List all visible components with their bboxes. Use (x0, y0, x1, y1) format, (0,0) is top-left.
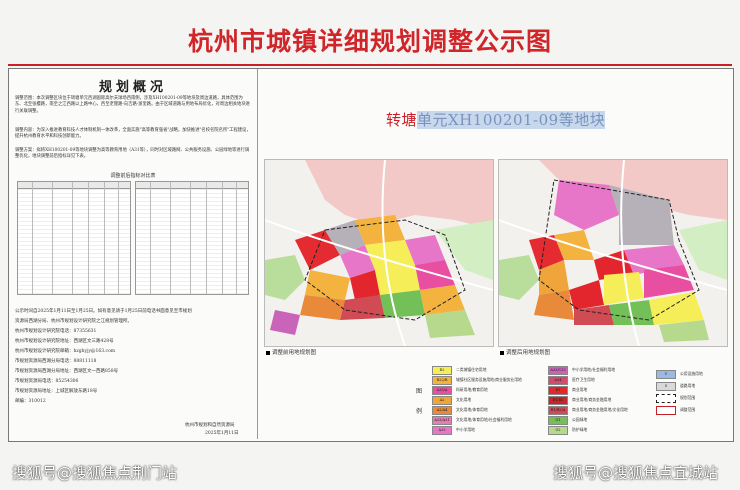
legend-label: 城镇社区服务设施用地/商业服务业用地 (456, 377, 522, 382)
legend-swatch: A33/C33 (548, 365, 568, 375)
legend-item: G1 公园绿地 (548, 415, 588, 425)
map-after-label: 调整后用地规划图 (500, 348, 550, 356)
map-after (498, 159, 728, 347)
legend-swatch: A34 (548, 375, 568, 385)
notice-line: 资源局西湖分局、杭州市规划设计研究院之江规划管理所。 (15, 319, 132, 324)
legend-item: A33 中小学用地 (432, 425, 475, 435)
legend-heading-2: 例 (416, 408, 423, 415)
legend-item: G2 防护绿地 (548, 425, 588, 435)
legend-swatch: B1/B2/A (548, 405, 568, 415)
legend-item: A2 文化用地 (432, 395, 472, 405)
legend-swatch: A33/A (432, 385, 452, 395)
legend-swatch: U (656, 369, 676, 379)
overview-heading: 规划概况 (98, 80, 167, 95)
date: 2025年1月11日 (205, 431, 239, 436)
legend-item: U 公用设施用地 (656, 369, 703, 379)
legend-swatch: G1 (548, 415, 568, 425)
legend-label: 调整范围 (680, 407, 696, 412)
legend-swatch: A33/A31 (432, 415, 452, 425)
legend-label: 二类城镇住宅用地 (456, 367, 487, 372)
legend-label: 商业用地/商务金融用地/文化用地 (572, 407, 628, 412)
notice-line: 市规划资源局电话：85254306 (15, 379, 79, 384)
map-subtitle: 转塘单元XH100201-09等地块 (386, 109, 606, 130)
legend-label: 科研用地/教育用地 (456, 387, 488, 392)
legend-item: 规划范围 (656, 393, 696, 403)
watermark-right: 搜狐号@搜狐焦点宜城站 (553, 464, 719, 482)
legend-swatch: R2 (432, 365, 452, 375)
legend-swatch: A2/A4 (432, 405, 452, 415)
subtitle-prefix: 转塘 (386, 111, 418, 129)
notice-line: 杭州市规划设计研究院邮箱：hzghyjy@163.com (15, 349, 116, 354)
legend-swatch: A2 (432, 395, 452, 405)
before-label-text: 调整前用地规划图 (272, 350, 317, 356)
legend-swatch: B1 (548, 385, 568, 395)
legend-item: A34 医疗卫生用地 (548, 375, 595, 385)
legend-item: R22/B 城镇社区服务设施用地/商业服务业用地 (432, 375, 522, 385)
legend-label: 文化用地 (456, 397, 472, 402)
legend-item: B1/B2/A 商业用地/商务金融用地/文化用地 (548, 405, 628, 415)
legend-item: B1/B2 商业用地/商务金融用地 (548, 395, 612, 405)
signature: 杭州市规划和自然资源局 (185, 423, 235, 428)
overview-plan: 调整方案：拟将XH100201-09等地块调整为高等教育用地（A31等），同时对… (15, 148, 250, 160)
legend-item: 调整范围 (656, 405, 696, 415)
legend-swatch: B1/B2 (548, 395, 568, 405)
legend-label: 医疗卫生用地 (572, 377, 595, 382)
legend-swatch: G2 (548, 425, 568, 435)
legend-label: 道路用地 (680, 383, 696, 388)
title-divider (8, 64, 732, 66)
legend-item: A2/A4 文化用地/体育用地 (432, 405, 488, 415)
legend-heading: 图例 (416, 382, 422, 422)
legend-heading-1: 图 (416, 388, 423, 395)
legend-label: 文化用地/体育用地 (456, 407, 488, 412)
watermark-left: 搜狐号@搜狐焦点荆门站 (12, 464, 178, 482)
legend-swatch (656, 405, 676, 415)
overview-content: 调整内容：为深入推进教育科技人才体制机制一体改革，全面实施"高等教育强省"战略，… (15, 128, 251, 140)
legend-label: 文化用地/体育用地/社会福利用地 (456, 417, 512, 422)
after-label-text: 调整后用地规划图 (506, 350, 551, 356)
notice-line: 市规划资源局地址：上城区解放东路18号 (15, 389, 98, 394)
legend-item: A33/A31 文化用地/体育用地/社会福利用地 (432, 415, 512, 425)
legend-label: 商业用地 (572, 387, 588, 392)
table-title: 调整前后指标对比表 (110, 173, 156, 179)
notice-line: 市规划资源局西湖分局电话：88811118 (15, 359, 97, 364)
legend-swatch: A33 (432, 425, 452, 435)
legend-label: 防护绿地 (572, 427, 588, 432)
map-before-label: 调整前用地规划图 (266, 348, 316, 356)
legend-item: A33/A 科研用地/教育用地 (432, 385, 488, 395)
legend-label: 公用设施用地 (680, 371, 703, 376)
map-before (264, 159, 494, 347)
legend-label: 商业用地/商务金融用地 (572, 397, 612, 402)
overview-panel: 规划概况 调整范围：本次调整区块位于转塘单元西湖国际高尔夫球场西南侧，涉及XH1… (9, 69, 258, 439)
notice-line: 市规划资源局西湖分局地址：西湖区文一西路858号 (15, 369, 119, 374)
notice-line: 邮编：310012 (15, 399, 46, 404)
legend-item: R2 二类城镇住宅用地 (432, 365, 487, 375)
legend-swatch (656, 393, 676, 403)
indicator-table-after (135, 181, 249, 295)
page-title: 杭州市城镇详细规划调整公示图 (187, 27, 552, 56)
notice-text: 公示时间自2025年1月11日至1月25日。如有意见请于1月25日前电话书面意见… (15, 307, 251, 407)
indicator-table-before (17, 181, 131, 295)
notice-line: 杭州市规划设计研究院电话：87355631 (15, 329, 97, 334)
legend-label: 公园绿地 (572, 417, 588, 422)
legend-item: B1 商业用地 (548, 385, 588, 395)
legend-swatch: S (656, 381, 676, 391)
legend-swatch: R22/B (432, 375, 452, 385)
legend-item: A33/C33 中小学用地/社会福利用地 (548, 365, 616, 375)
subtitle-highlight: 单元XH100201-09等地块 (417, 111, 606, 129)
legend-label: 中小学用地 (456, 427, 475, 432)
legend-label: 中小学用地/社会福利用地 (572, 367, 616, 372)
notice-line: 杭州市规划设计研究院地址：西湖区文三路428号 (15, 339, 114, 344)
legend-label: 规划范围 (680, 395, 696, 400)
legend-item: S 道路用地 (656, 381, 696, 391)
overview-scope: 调整范围：本次调整区块位于转塘单元西湖国际高尔夫球场西南侧，涉及XH100201… (15, 96, 250, 114)
notice-line: 公示时间自2025年1月11日至1月25日。如有意见请于1月25日前电话书面意见… (15, 309, 192, 314)
